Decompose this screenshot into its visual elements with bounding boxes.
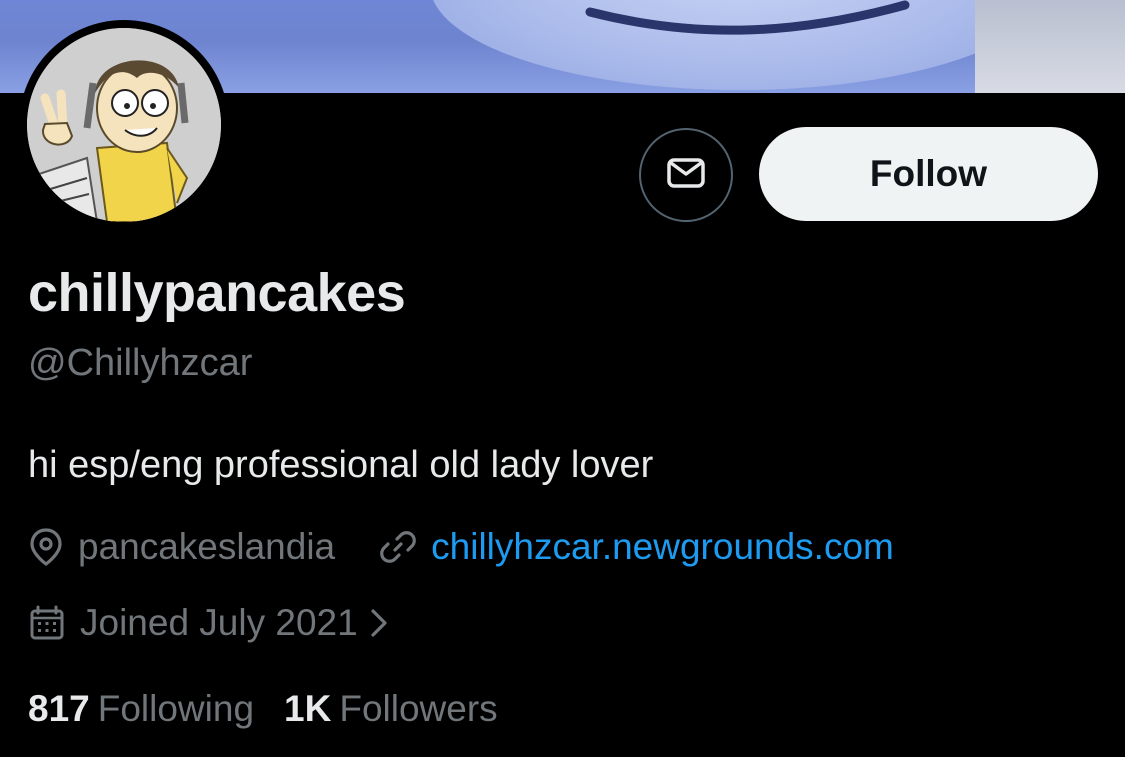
website-item[interactable]: chillyhzcar.newgrounds.com [379,526,894,568]
user-handle: @Chillyhzcar [28,342,253,384]
followers-label: Followers [339,688,498,729]
following-stat[interactable]: 817 Following [28,688,254,730]
envelope-icon [666,153,706,198]
follow-button[interactable]: Follow [759,127,1098,221]
display-name: chillypancakes [28,263,406,323]
profile-bio: hi esp/eng professional old lady lover [28,444,654,486]
profile-meta-row: pancakeslandia chillyhzcar.newgrounds.co… [28,526,894,568]
following-label: Following [97,688,255,729]
website-link[interactable]: chillyhzcar.newgrounds.com [431,526,894,568]
avatar[interactable] [19,20,229,230]
following-count: 817 [28,688,90,729]
map-pin-icon [28,527,78,567]
link-icon [379,528,431,566]
joined-text: Joined July 2021 [80,602,358,643]
profile-stats: 817 Following 1K Followers [28,688,498,730]
avatar-image [27,28,221,222]
message-button[interactable] [639,128,733,222]
joined-row[interactable]: Joined July 2021 [28,602,404,644]
followers-stat[interactable]: 1K Followers [284,688,498,730]
calendar-icon [28,604,80,642]
banner-right-panel [975,0,1125,93]
joined-item[interactable]: Joined July 2021 [28,602,404,644]
followers-count: 1K [284,688,332,729]
location-text: pancakeslandia [78,526,336,567]
location-item: pancakeslandia [28,526,335,568]
chevron-right-icon [368,606,404,640]
avatar-illustration [27,28,221,222]
